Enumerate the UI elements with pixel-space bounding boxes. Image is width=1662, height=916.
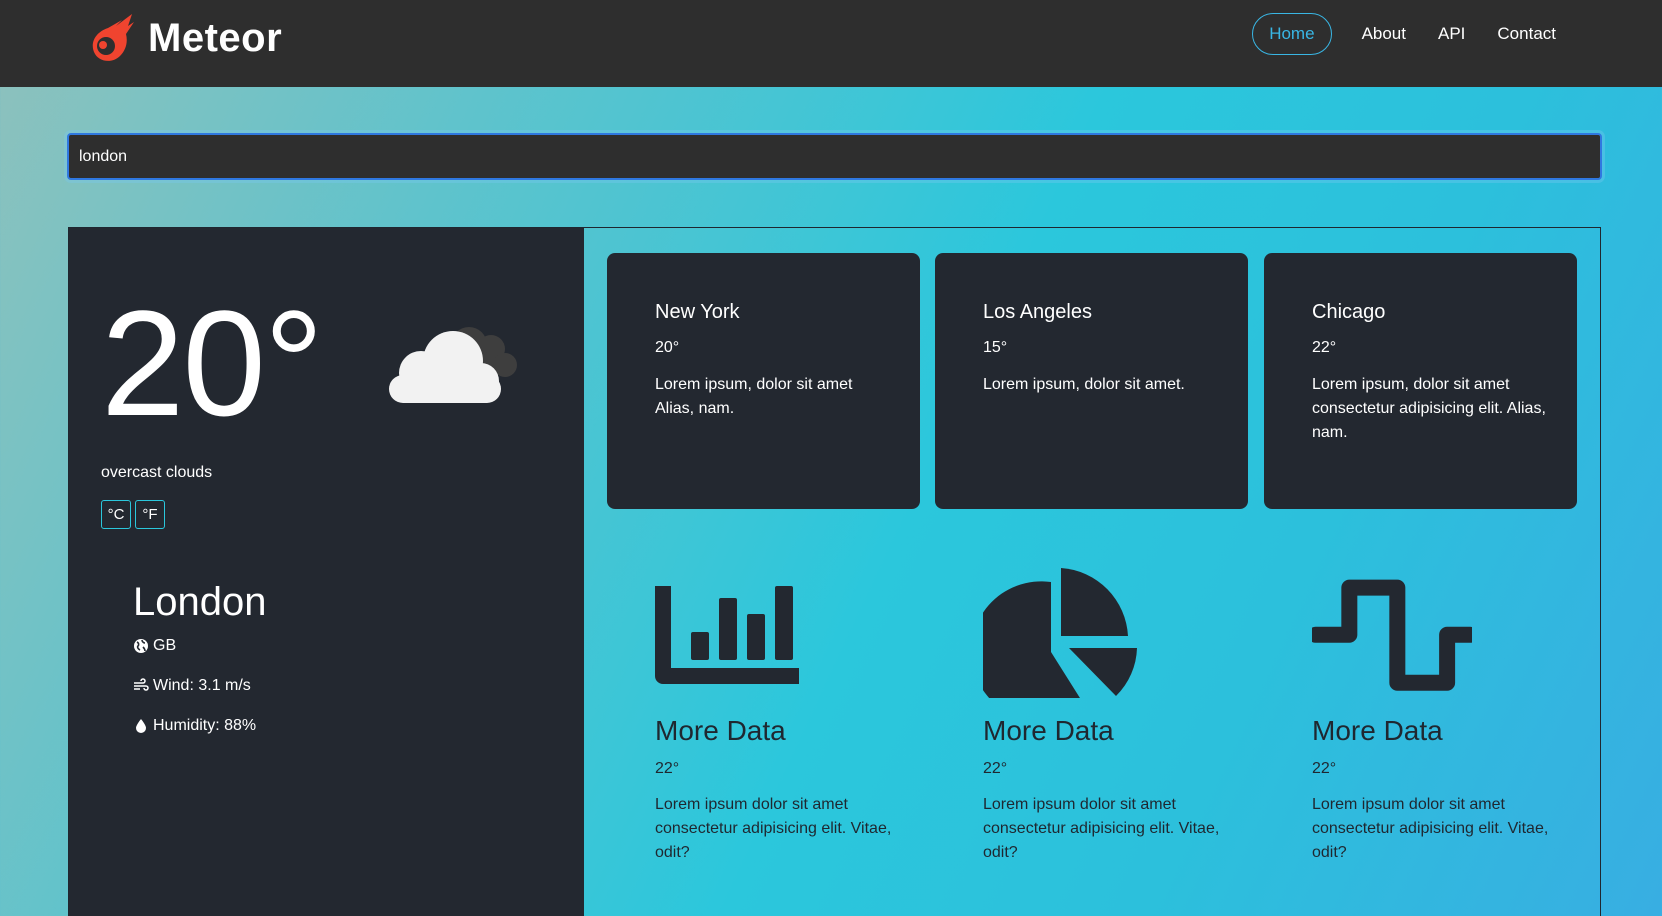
pie-chart-icon (983, 568, 1137, 698)
humidity-value: Humidity: 88% (153, 717, 257, 734)
city-card-text: Lorem ipsum, dolor sit amet consectetur … (1312, 376, 1546, 441)
city-card-temp: 15° (983, 339, 1008, 356)
wind-icon (134, 678, 149, 691)
city-name: London (133, 580, 267, 624)
unit-toggle: °C °F (101, 500, 165, 529)
city-card-temp: 22° (1312, 339, 1337, 356)
brand-name: Meteor (148, 15, 283, 60)
humidity-row: Humidity: 88% (133, 717, 256, 735)
more-data-temp: 22° (983, 760, 1008, 777)
nav-home[interactable]: Home (1252, 13, 1332, 55)
droplet-icon (136, 719, 146, 733)
wind-speed: Wind: 3.1 m/s (153, 677, 251, 694)
globe-icon (134, 639, 148, 653)
more-data-title: More Data (983, 715, 1114, 746)
country-code: GB (153, 637, 177, 654)
more-data-text: Lorem ipsum dolor sit amet consectetur a… (983, 796, 1220, 861)
more-data-text: Lorem ipsum dolor sit amet consectetur a… (1312, 796, 1549, 861)
current-weather-panel: 20° overcast clouds °C °F London GB Wind… (69, 228, 584, 916)
city-card-chicago[interactable]: Chicago 22° Lorem ipsum, dolor sit amet … (1264, 253, 1577, 509)
navbar: Meteor Home About API Contact (0, 0, 1662, 87)
city-card-los-angeles[interactable]: Los Angeles 15° Lorem ipsum, dolor sit a… (935, 253, 1248, 509)
country-row: GB (133, 637, 176, 655)
city-card-text: Lorem ipsum, dolor sit amet. (983, 376, 1185, 393)
city-card-new-york[interactable]: New York 20° Lorem ipsum, dolor sit amet… (607, 253, 920, 509)
city-card-text: Lorem ipsum, dolor sit amet Alias, nam. (655, 376, 853, 417)
weather-description: overcast clouds (101, 464, 213, 481)
nav-about[interactable]: About (1346, 14, 1422, 54)
search-input[interactable] (67, 133, 1602, 180)
city-card-temp: 20° (655, 339, 680, 356)
more-data-title: More Data (655, 715, 786, 746)
brand[interactable]: Meteor (86, 12, 282, 64)
wind-row: Wind: 3.1 m/s (133, 677, 251, 695)
city-card-title: Chicago (1312, 301, 1386, 323)
more-data-title: More Data (1312, 715, 1443, 746)
city-card-title: New York (655, 301, 740, 323)
celsius-button[interactable]: °C (101, 500, 131, 529)
meteor-icon (92, 14, 134, 61)
nav-contact[interactable]: Contact (1481, 14, 1572, 54)
nav-api[interactable]: API (1422, 14, 1481, 54)
weather-panel: 20° overcast clouds °C °F London GB Wind… (68, 227, 1601, 916)
nav-menu: Home About API Contact (1252, 13, 1572, 55)
current-temperature: 20° (101, 279, 324, 447)
city-card-title: Los Angeles (983, 301, 1092, 323)
bar-chart-icon (655, 586, 799, 684)
overcast-cloud-icon (389, 327, 517, 403)
wave-chart-icon (1312, 579, 1472, 691)
more-data-temp: 22° (655, 760, 680, 777)
more-data-temp: 22° (1312, 760, 1337, 777)
fahrenheit-button[interactable]: °F (135, 500, 165, 529)
more-data-text: Lorem ipsum dolor sit amet consectetur a… (655, 796, 892, 861)
